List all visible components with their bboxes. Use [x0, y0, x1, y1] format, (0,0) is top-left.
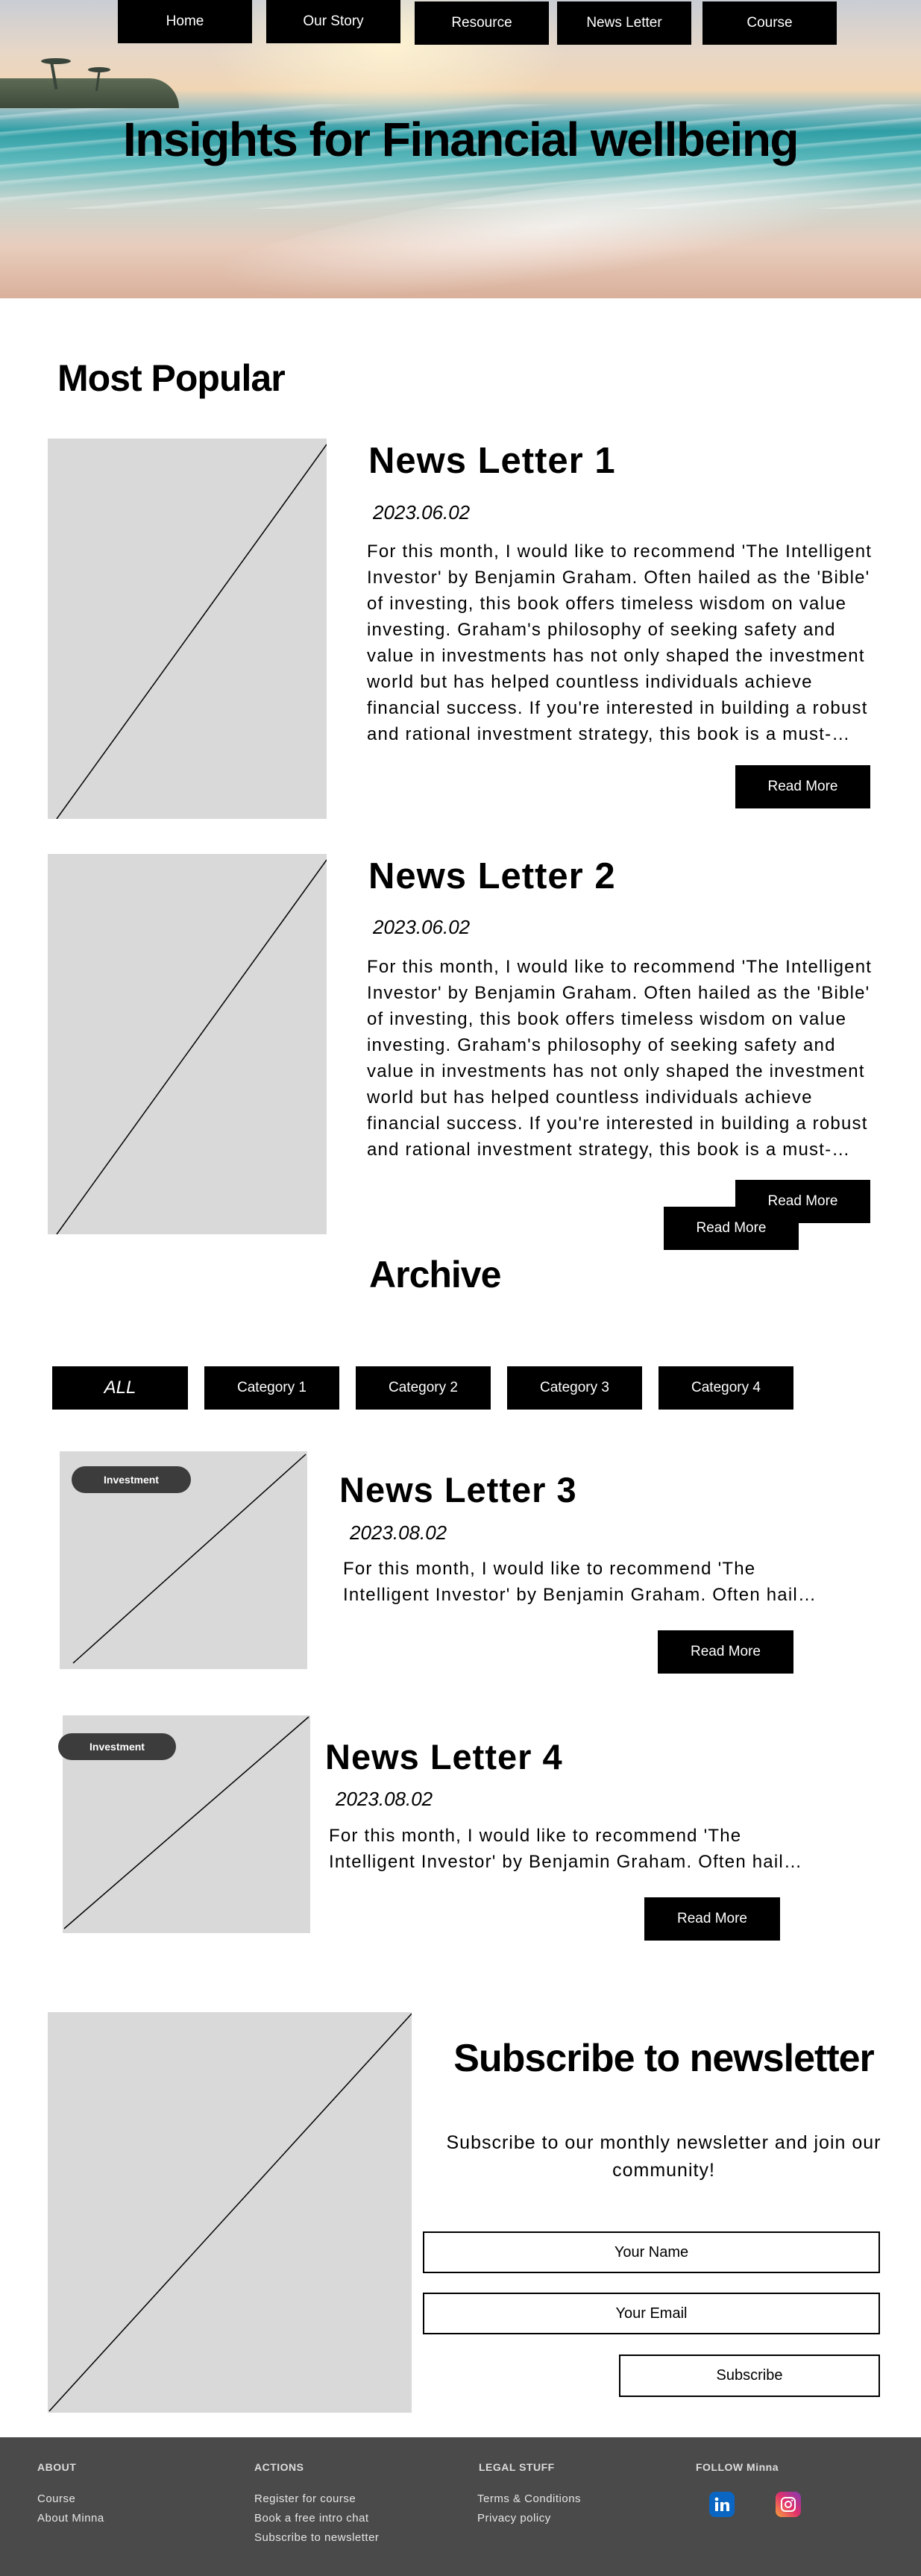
nav-home[interactable]: Home	[118, 0, 252, 43]
newsletter-3-excerpt: For this month, I would like to recommen…	[343, 1559, 820, 1605]
newsletter-1-title[interactable]: News Letter 1	[368, 440, 616, 482]
page: Home Our Story Resource News Letter Cour…	[0, 0, 921, 2576]
newsletter-4-excerpt: For this month, I would like to recommen…	[329, 1826, 806, 1872]
linkedin-glyph	[714, 2497, 729, 2511]
footer-link-subscribe-newsletter[interactable]: Subscribe to newsletter	[254, 2531, 379, 2544]
hero-banner: Home Our Story Resource News Letter Cour…	[0, 0, 921, 298]
instagram-icon[interactable]	[776, 2492, 801, 2517]
subscribe-image	[48, 2012, 412, 2413]
newsletter-4-read-more-button[interactable]: Read More	[644, 1897, 780, 1941]
footer-actions-heading: ACTIONS	[254, 2461, 304, 2473]
filter-all[interactable]: ALL	[52, 1366, 188, 1410]
footer-link-terms[interactable]: Terms & Conditions	[477, 2492, 581, 2505]
footer-link-book-intro-chat[interactable]: Book a free intro chat	[254, 2512, 369, 2525]
newsletter-2-image[interactable]	[48, 854, 327, 1234]
footer-follow-heading: FOLLOW Minna	[696, 2461, 779, 2473]
nav-our-story[interactable]: Our Story	[266, 0, 400, 43]
filter-category-1[interactable]: Category 1	[204, 1366, 339, 1410]
footer-link-about-minna[interactable]: About Minna	[37, 2512, 104, 2525]
subscribe-name-field[interactable]: Your Name	[423, 2231, 880, 2273]
newsletter-1-date: 2023.06.02	[373, 501, 471, 524]
newsletter-3-read-more-button[interactable]: Read More	[658, 1630, 793, 1674]
filter-category-4[interactable]: Category 4	[658, 1366, 793, 1410]
footer: ABOUT Course About Minna ACTIONS Registe…	[0, 2437, 921, 2576]
subscribe-description: Subscribe to our monthly newsletter and …	[446, 2132, 881, 2181]
footer-link-course[interactable]: Course	[37, 2492, 75, 2505]
subscribe-email-field[interactable]: Your Email	[423, 2293, 880, 2334]
palm-leaves-decoration	[41, 58, 71, 64]
most-popular-heading: Most Popular	[57, 357, 286, 399]
footer-legal-heading: LEGAL STUFF	[479, 2461, 555, 2473]
newsletter-1-image[interactable]	[48, 439, 327, 819]
filter-category-3[interactable]: Category 3	[507, 1366, 642, 1410]
image-placeholder-line	[48, 2013, 412, 2412]
archive-heading: Archive	[369, 1254, 501, 1295]
nav-news-letter[interactable]: News Letter	[557, 1, 691, 45]
newsletter-3-category-badge: Investment	[72, 1466, 191, 1493]
linkedin-icon[interactable]	[709, 2492, 735, 2517]
newsletter-3-title[interactable]: News Letter 3	[339, 1469, 577, 1510]
newsletter-3-date: 2023.08.02	[350, 1521, 447, 1544]
image-placeholder-line	[56, 444, 327, 819]
hero-title: Insights for Financial wellbeing	[123, 113, 799, 166]
subscribe-button[interactable]: Subscribe	[619, 2354, 880, 2397]
newsletter-2-excerpt: For this month, I would like to recommen…	[367, 957, 873, 1160]
footer-about-heading: ABOUT	[37, 2461, 77, 2473]
newsletter-1-excerpt: For this month, I would like to recommen…	[367, 541, 873, 744]
nav-course[interactable]: Course	[702, 1, 837, 45]
newsletter-2-read-more-button-secondary[interactable]: Read More	[664, 1207, 799, 1250]
footer-link-privacy[interactable]: Privacy policy	[477, 2512, 551, 2525]
newsletter-4-title[interactable]: News Letter 4	[325, 1736, 563, 1777]
filter-category-2[interactable]: Category 2	[356, 1366, 491, 1410]
newsletter-4-category-badge: Investment	[58, 1733, 176, 1760]
newsletter-1-read-more-button[interactable]: Read More	[735, 765, 870, 808]
palm-leaves-decoration	[88, 67, 110, 72]
instagram-glyph	[781, 2497, 796, 2512]
nav-resource[interactable]: Resource	[415, 1, 549, 45]
newsletter-2-title[interactable]: News Letter 2	[368, 855, 616, 897]
footer-link-register-course[interactable]: Register for course	[254, 2492, 356, 2505]
newsletter-4-date: 2023.08.02	[336, 1788, 433, 1810]
hero-shore-decoration	[0, 78, 179, 108]
subscribe-title: Subscribe to newsletter	[453, 2037, 875, 2080]
image-placeholder-line	[56, 859, 327, 1234]
newsletter-2-date: 2023.06.02	[373, 916, 471, 938]
